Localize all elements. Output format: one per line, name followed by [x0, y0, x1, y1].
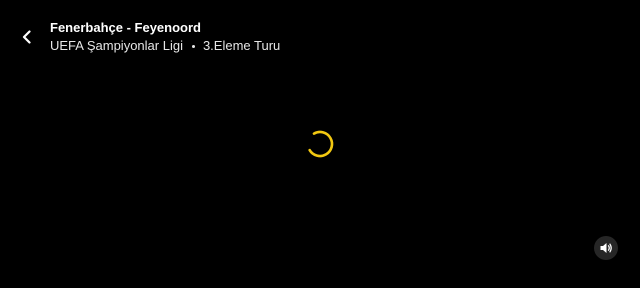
- separator-dot: [191, 44, 195, 48]
- match-subtitle: UEFA Şampiyonlar Ligi 3.Eleme Turu: [50, 38, 280, 54]
- match-title: Fenerbahçe - Feyenoord: [50, 20, 201, 35]
- loading-spinner-icon: [305, 129, 335, 159]
- back-button[interactable]: [14, 24, 40, 50]
- video-player[interactable]: Fenerbahçe - Feyenoord UEFA Şampiyonlar …: [0, 0, 640, 288]
- stage-label: 3.Eleme Turu: [202, 38, 281, 53]
- chevron-left-icon: [21, 30, 33, 44]
- volume-button[interactable]: [594, 236, 618, 260]
- speaker-icon: [599, 241, 613, 255]
- match-header: Fenerbahçe - Feyenoord UEFA Şampiyonlar …: [50, 20, 280, 54]
- competition-label: UEFA Şampiyonlar Ligi: [50, 38, 183, 53]
